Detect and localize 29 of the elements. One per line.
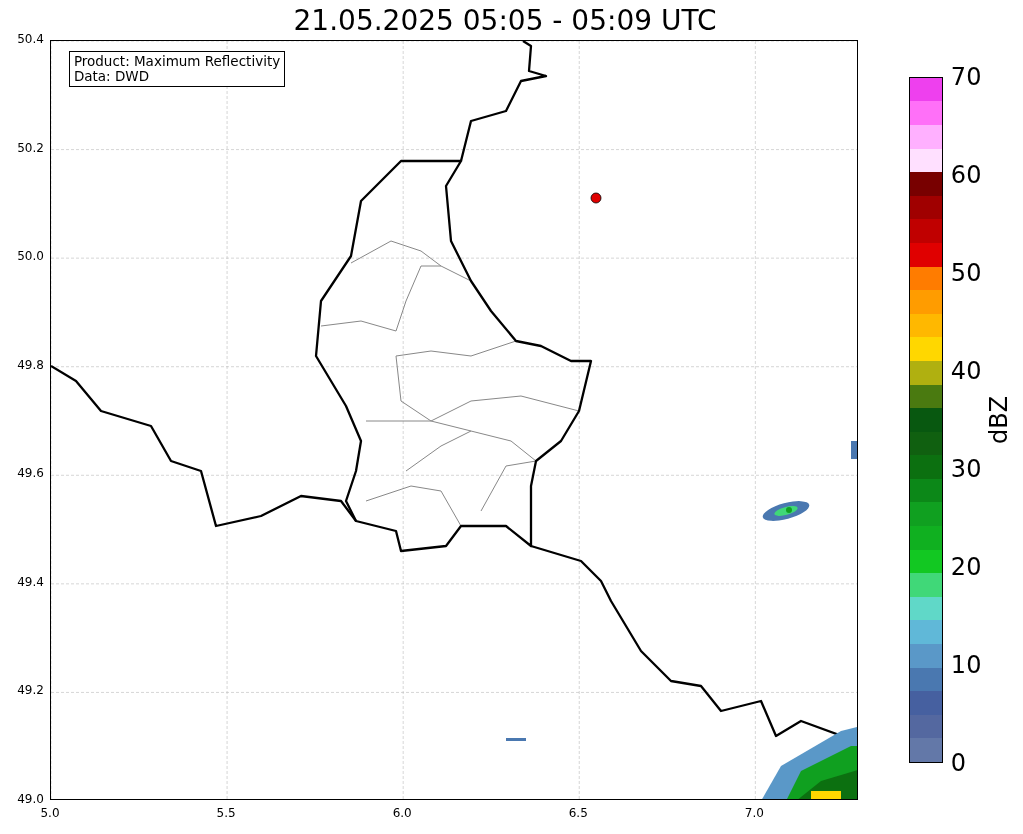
y-tick-label: 49.8 bbox=[17, 357, 44, 372]
y-tick-label: 50.4 bbox=[17, 32, 44, 46]
radar-echo bbox=[850, 441, 857, 459]
x-tick-label: 5.5 bbox=[216, 806, 236, 820]
colorbar-tick-label: 40 bbox=[950, 359, 982, 383]
radar-echo bbox=[762, 501, 810, 521]
x-tick-label: 5.0 bbox=[40, 806, 60, 820]
colorbar-tick-label: 30 bbox=[950, 457, 982, 481]
y-tick-label: 49.4 bbox=[17, 574, 44, 589]
radar-echo bbox=[505, 738, 526, 741]
y-tick-label: 50.2 bbox=[17, 140, 44, 155]
colorbar-tick-label: 60 bbox=[950, 163, 982, 187]
colorbar-label: dBZ bbox=[984, 395, 1013, 445]
colorbar-tick-label: 0 bbox=[950, 751, 967, 775]
colorbar-tick-label: 20 bbox=[950, 555, 982, 579]
location-marker bbox=[590, 192, 602, 204]
y-tick-label: 49.6 bbox=[17, 466, 44, 481]
colorbar-tick-label: 50 bbox=[950, 261, 982, 285]
y-tick-label: 50.0 bbox=[17, 249, 44, 264]
y-tick-label: 49.2 bbox=[17, 683, 44, 698]
chart-title: 21.05.2025 05:05 - 05:09 UTC bbox=[293, 3, 717, 37]
x-tick-label: 6.5 bbox=[568, 806, 588, 820]
legend-text: Data: DWD bbox=[73, 69, 151, 84]
y-tick-label: 49.0 bbox=[17, 792, 44, 806]
legend-text: Product: Maximum Reflectivity bbox=[73, 54, 281, 69]
x-tick-label: 6.0 bbox=[392, 806, 412, 820]
colorbar-tick-label: 70 bbox=[950, 65, 982, 89]
colorbar-tick-label: 10 bbox=[950, 653, 982, 677]
x-tick-label: 7.0 bbox=[744, 806, 764, 820]
